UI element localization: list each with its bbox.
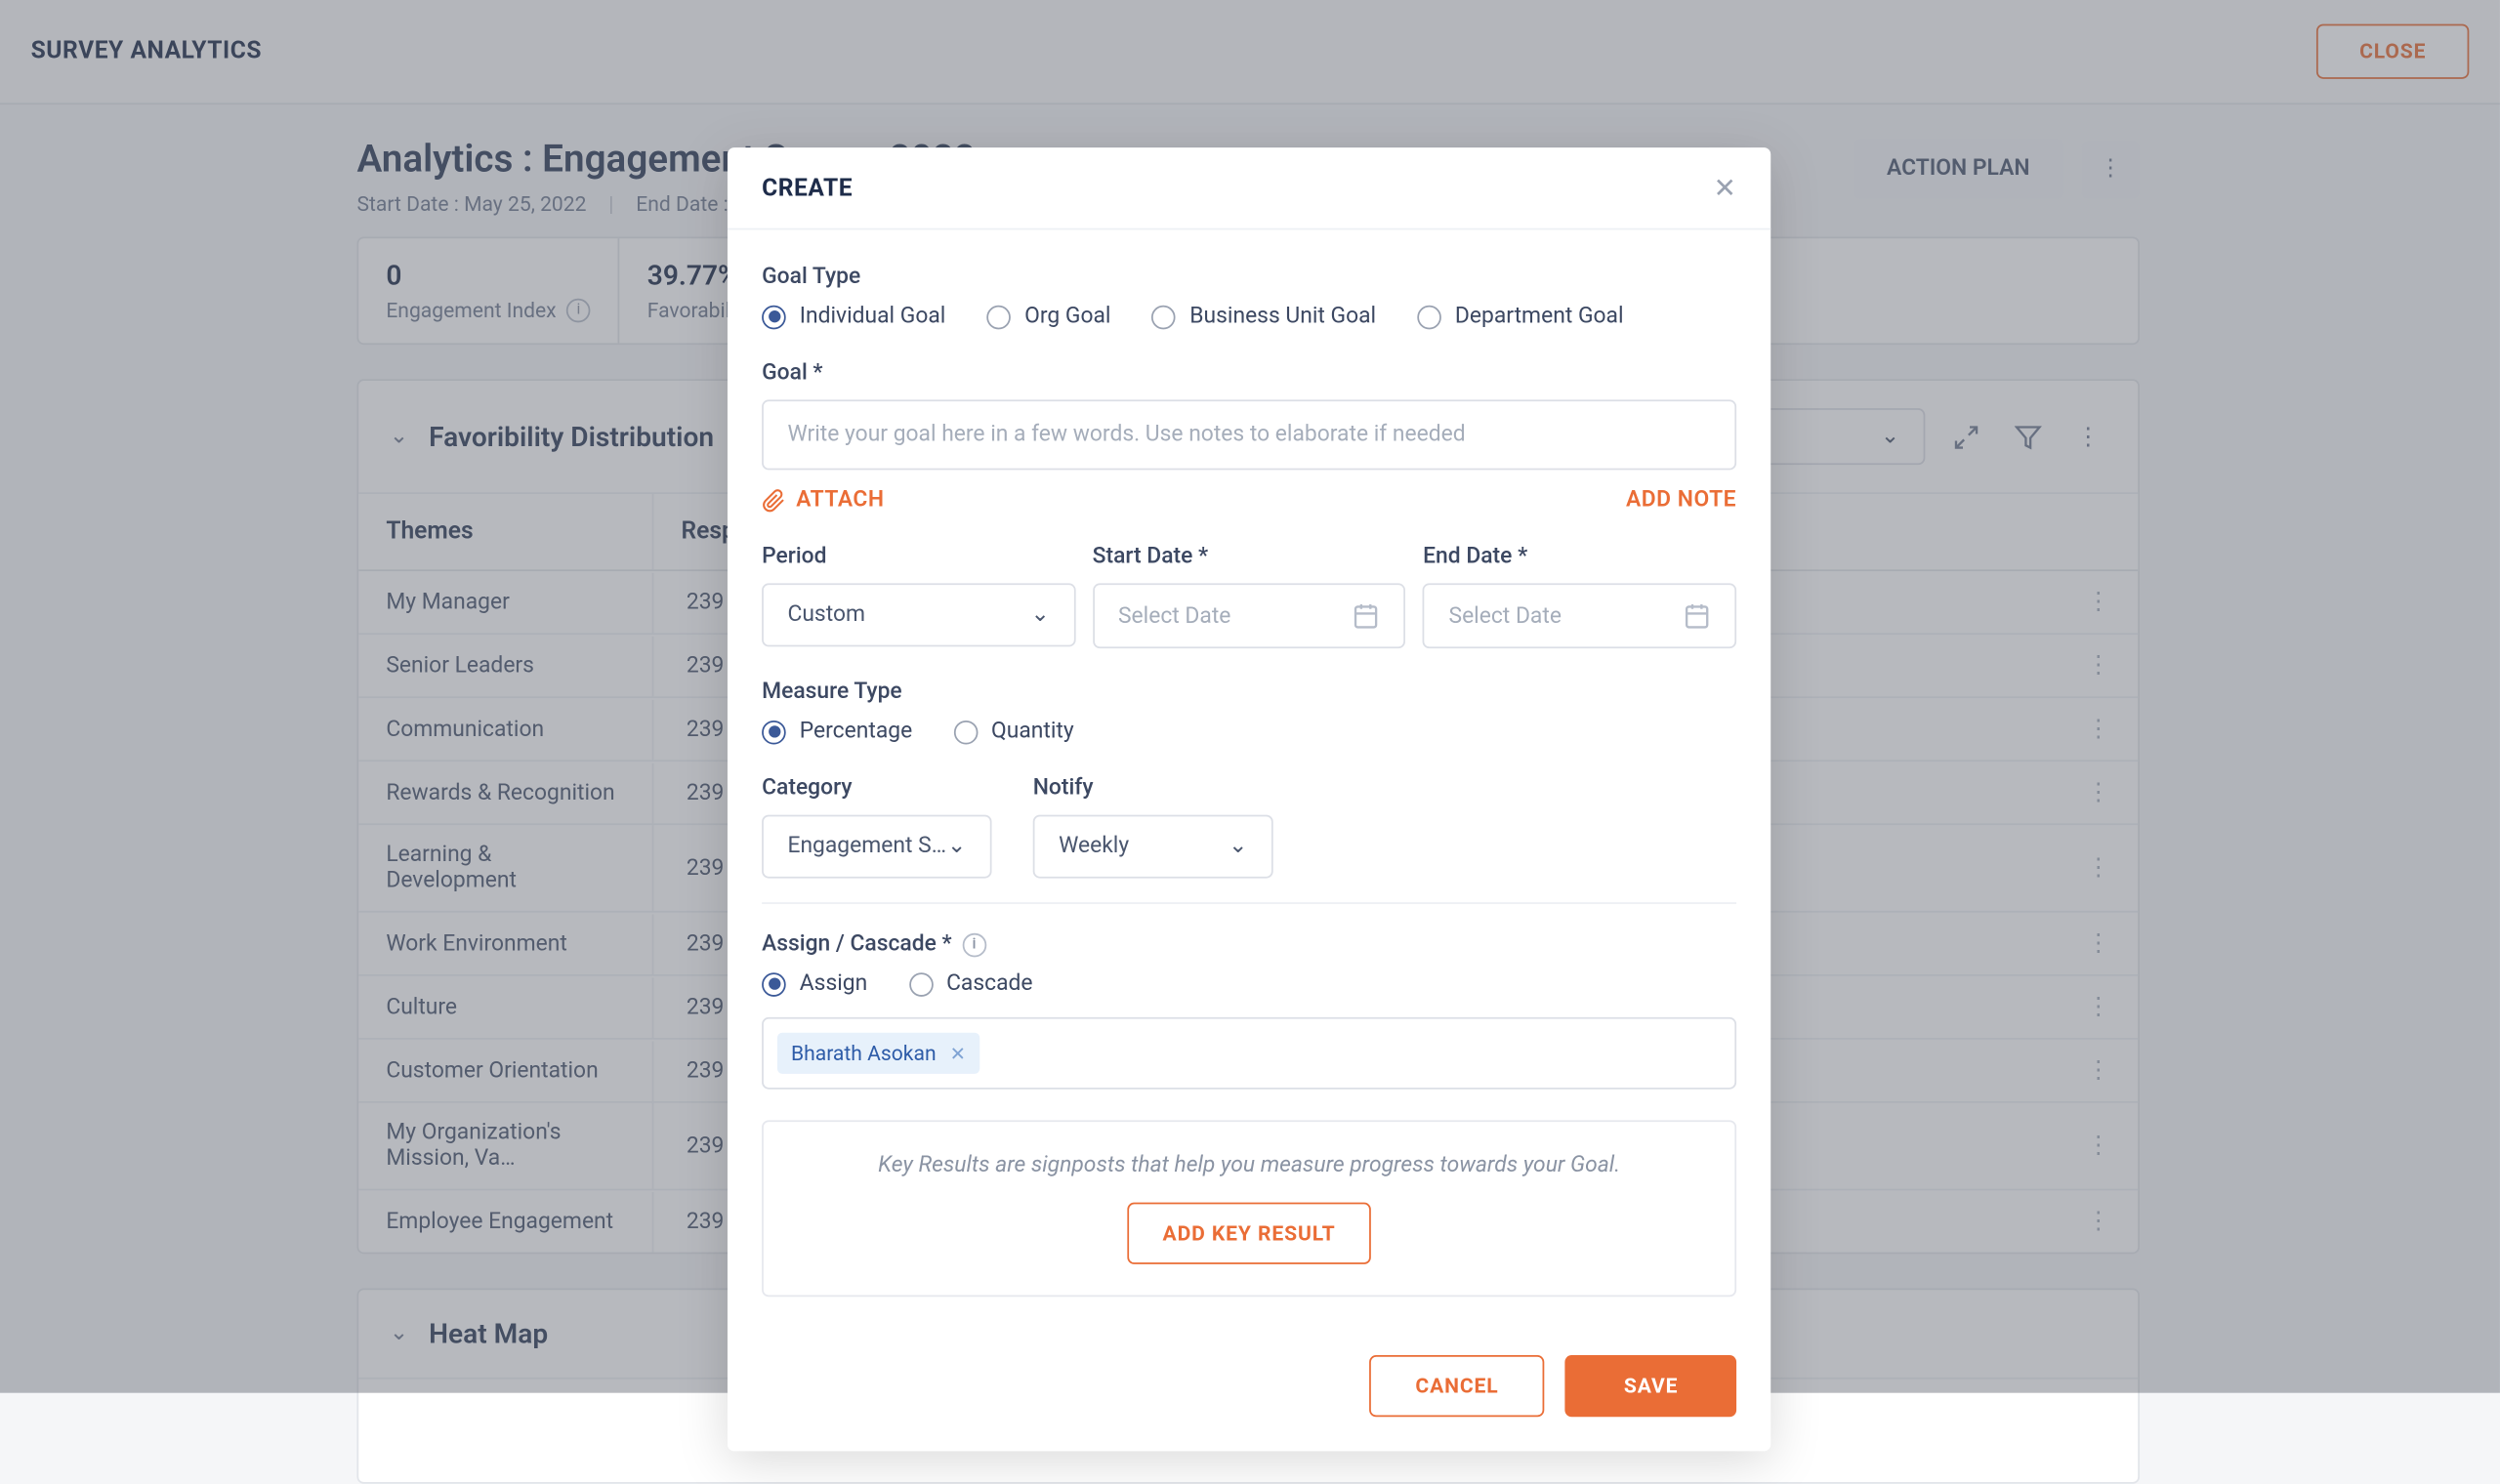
calendar-icon <box>1353 602 1380 630</box>
radio-label: Percentage <box>800 719 912 744</box>
end-date-placeholder: Select Date <box>1449 603 1562 629</box>
period-label: Period <box>762 544 1075 569</box>
chevron-down-icon: ⌄ <box>1031 602 1050 628</box>
goal-type-option[interactable]: Business Unit Goal <box>1152 304 1376 329</box>
notify-select[interactable]: Weekly ⌄ <box>1033 815 1273 879</box>
attach-label: ATTACH <box>796 487 884 513</box>
radio-icon <box>908 971 933 996</box>
assign-label-text: Assign / Cascade * <box>762 931 952 957</box>
assignee-chip: Bharath Asokan ✕ <box>777 1033 979 1074</box>
modal-close-button[interactable]: ✕ <box>1714 172 1737 204</box>
notify-value: Weekly <box>1059 834 1129 859</box>
attach-icon <box>762 488 786 513</box>
radio-label: Assign <box>800 970 867 996</box>
radio-icon <box>953 720 978 744</box>
save-button[interactable]: SAVE <box>1565 1355 1736 1417</box>
assignee-chip-input[interactable]: Bharath Asokan ✕ <box>762 1017 1736 1090</box>
radio-label: Business Unit Goal <box>1189 304 1376 329</box>
goal-type-option[interactable]: Department Goal <box>1417 304 1623 329</box>
radio-icon <box>762 305 786 329</box>
radio-icon <box>1152 305 1177 329</box>
attach-button[interactable]: ATTACH <box>762 487 884 513</box>
add-key-result-button[interactable]: ADD KEY RESULT <box>1127 1203 1372 1264</box>
goal-label: Goal * <box>762 360 1736 386</box>
radio-icon <box>986 305 1011 329</box>
end-date-input[interactable]: Select Date <box>1423 583 1736 648</box>
radio-label: Department Goal <box>1455 304 1624 329</box>
period-value: Custom <box>787 602 865 628</box>
radio-label: Quantity <box>991 719 1074 744</box>
category-value: Engagement S… <box>787 834 946 859</box>
category-select[interactable]: Engagement S… ⌄ <box>762 815 991 879</box>
end-date-label: End Date * <box>1423 544 1736 569</box>
start-date-placeholder: Select Date <box>1118 603 1230 629</box>
category-label: Category <box>762 775 991 801</box>
period-select[interactable]: Custom ⌄ <box>762 583 1075 646</box>
goal-type-option[interactable]: Org Goal <box>986 304 1110 329</box>
measure-type-option[interactable]: Percentage <box>762 719 912 744</box>
assign-option[interactable]: Cascade <box>908 970 1032 996</box>
notify-label: Notify <box>1033 775 1273 801</box>
start-date-input[interactable]: Select Date <box>1093 583 1406 648</box>
radio-icon <box>762 720 786 744</box>
measure-type-option[interactable]: Quantity <box>953 719 1073 744</box>
chevron-down-icon: ⌄ <box>1229 834 1247 859</box>
radio-icon <box>1417 305 1441 329</box>
radio-label: Org Goal <box>1024 304 1110 329</box>
goal-type-label: Goal Type <box>762 265 1736 290</box>
close-icon: ✕ <box>1714 172 1737 204</box>
chevron-down-icon: ⌄ <box>947 834 966 859</box>
goal-input[interactable] <box>762 399 1736 470</box>
radio-icon <box>762 971 786 996</box>
assign-option[interactable]: Assign <box>762 970 867 996</box>
radio-label: Cascade <box>946 970 1032 996</box>
chip-remove-icon[interactable]: ✕ <box>950 1042 966 1064</box>
key-result-hint: Key Results are signposts that help you … <box>794 1153 1703 1178</box>
radio-label: Individual Goal <box>800 304 946 329</box>
assign-cascade-label: Assign / Cascade * i <box>762 931 1736 957</box>
calendar-icon <box>1684 602 1711 630</box>
start-date-label: Start Date * <box>1093 544 1406 569</box>
info-icon[interactable]: i <box>962 932 986 957</box>
add-note-button[interactable]: ADD NOTE <box>1626 487 1736 513</box>
goal-type-option[interactable]: Individual Goal <box>762 304 945 329</box>
modal-title: CREATE <box>762 174 853 201</box>
chip-label: Bharath Asokan <box>791 1041 937 1065</box>
cancel-button[interactable]: CANCEL <box>1369 1355 1545 1417</box>
measure-type-label: Measure Type <box>762 680 1736 705</box>
create-modal: CREATE ✕ Goal Type Individual Goal Org Go… <box>728 147 1771 1451</box>
